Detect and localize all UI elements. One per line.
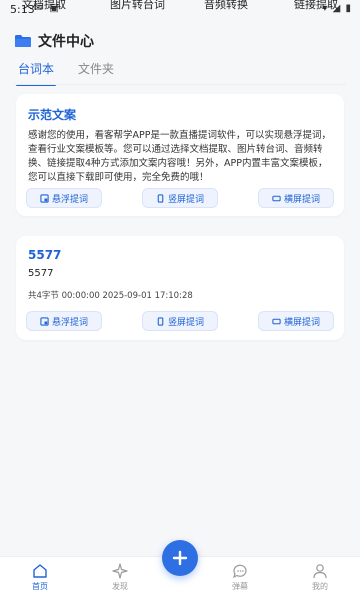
card-body: 5577	[28, 268, 54, 279]
add-script-button[interactable]	[162, 540, 198, 576]
card-actions: 悬浮提词 竖屏提词 横屏提词	[26, 311, 334, 331]
portrait-prompt-button[interactable]: 竖屏提词	[142, 311, 218, 331]
portrait-prompt-button[interactable]: 竖屏提词	[142, 188, 218, 208]
script-card[interactable]: 5577 5577 共4字节 00:00:00 2025-09-01 17:10…	[16, 236, 344, 340]
user-icon	[313, 564, 327, 579]
top-feature-strip: 文档提取 图片转台词 音频转换 链接提取	[0, 0, 360, 12]
float-prompt-button[interactable]: 悬浮提词	[26, 188, 102, 208]
card-body: 感谢您的使用，看客帮学APP是一款直播提词软件，可以实现悬浮提词，查看行业文案模…	[28, 130, 331, 183]
feature-audio-convert[interactable]: 音频转换	[204, 0, 248, 12]
tab-script-book[interactable]: 台词本	[15, 60, 57, 86]
card-title: 示范文案	[28, 108, 77, 122]
nav-label: 发现	[112, 582, 128, 591]
nav-home[interactable]: 首页	[20, 563, 60, 592]
card-meta: 共4字节 00:00:00 2025-09-01 17:10:28	[28, 291, 193, 301]
landscape-prompt-button[interactable]: 横屏提词	[258, 188, 334, 208]
page-header: 文件中心	[14, 30, 94, 52]
card-title: 5577	[28, 248, 62, 262]
portrait-icon	[157, 316, 164, 326]
feature-link-extract[interactable]: 链接提取	[294, 0, 338, 12]
float-window-icon	[40, 316, 49, 326]
home-icon	[33, 564, 47, 578]
feature-image-to-script[interactable]: 图片转台词	[110, 0, 165, 12]
button-label: 竖屏提词	[167, 317, 204, 328]
page-title: 文件中心	[38, 34, 94, 50]
feature-doc-extract[interactable]: 文档提取	[22, 0, 66, 12]
tab-bar: 台词本 文件夹	[15, 60, 138, 86]
nav-label: 我的	[312, 582, 328, 591]
card-actions: 悬浮提词 竖屏提词 横屏提词	[26, 188, 334, 208]
float-prompt-button[interactable]: 悬浮提词	[26, 311, 102, 331]
button-label: 悬浮提词	[51, 194, 88, 205]
script-card[interactable]: 示范文案 感谢您的使用，看客帮学APP是一款直播提词软件，可以实现悬浮提词，查看…	[16, 94, 344, 216]
tab-folder[interactable]: 文件夹	[78, 60, 114, 82]
portrait-icon	[157, 193, 164, 203]
nav-label: 弹幕	[232, 582, 248, 591]
button-label: 悬浮提词	[51, 317, 88, 328]
nav-discover[interactable]: 发现	[100, 563, 140, 592]
button-label: 横屏提词	[283, 317, 320, 328]
folder-icon	[15, 35, 31, 47]
nav-profile[interactable]: 我的	[300, 563, 340, 592]
landscape-icon	[272, 195, 281, 201]
float-window-icon	[40, 193, 49, 203]
button-label: 竖屏提词	[167, 194, 204, 205]
button-label: 横屏提词	[283, 194, 320, 205]
landscape-icon	[272, 318, 281, 324]
chat-icon	[232, 564, 247, 579]
sparkle-icon	[112, 563, 128, 579]
tab-divider	[14, 84, 346, 85]
nav-label: 首页	[32, 582, 48, 591]
landscape-prompt-button[interactable]: 横屏提词	[258, 311, 334, 331]
nav-danmaku[interactable]: 弹幕	[220, 563, 260, 592]
plus-icon	[172, 550, 188, 566]
